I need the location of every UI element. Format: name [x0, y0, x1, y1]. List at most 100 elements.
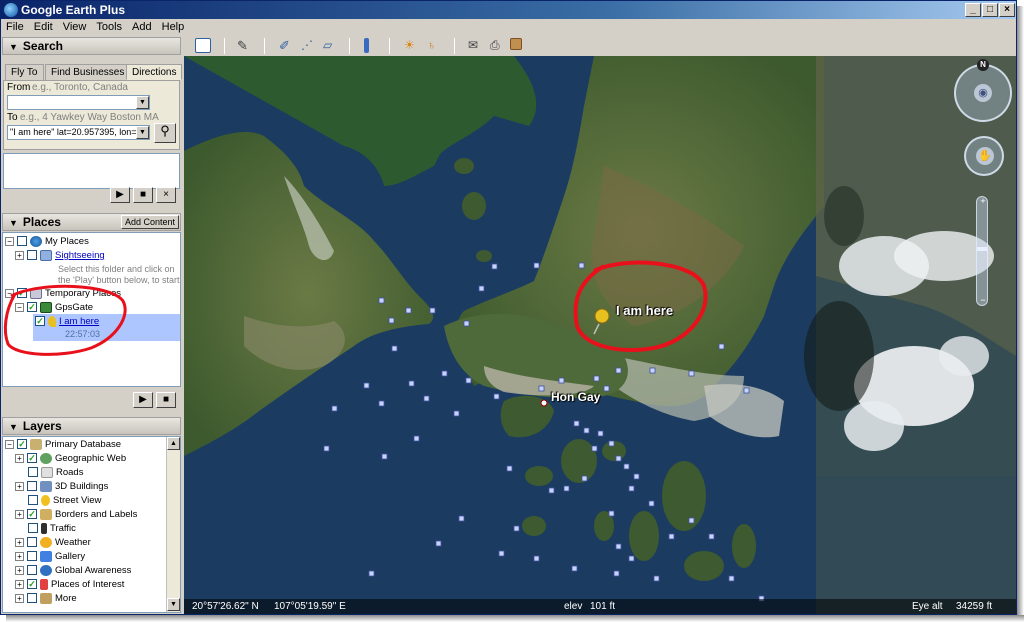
elev-value: 101 ft: [590, 601, 616, 612]
layer-geographic-web[interactable]: + ✓ Geographic Web: [15, 452, 126, 466]
look-control[interactable]: ◉: [954, 64, 1012, 122]
placemark-label[interactable]: I am here: [616, 303, 673, 318]
placemark-tool-icon[interactable]: ✎: [237, 38, 253, 53]
layer-more[interactable]: + More: [15, 592, 77, 606]
collapse-icon: ▼: [9, 422, 18, 432]
to-hint: e.g., 4 Yawkey Way Boston MA: [20, 112, 159, 123]
database-icon: [30, 438, 42, 450]
layer-gallery[interactable]: + Gallery: [15, 550, 85, 564]
path-tool-icon[interactable]: ⋰: [301, 38, 317, 53]
search-header-label: Search: [22, 39, 63, 53]
tab-directions[interactable]: Directions: [126, 64, 183, 80]
places-panel-header[interactable]: ▼ Places Add Content: [2, 213, 181, 231]
maps-icon[interactable]: [510, 38, 522, 50]
hand-icon: ✋: [976, 147, 994, 165]
tab-find-businesses[interactable]: Find Businesses: [45, 64, 131, 80]
map-view[interactable]: I am here Hon Gay ◉ N ✋ + −: [184, 56, 1016, 614]
star-icon: [40, 550, 52, 562]
close-button[interactable]: ×: [999, 3, 1015, 17]
longitude-readout: 107°05'19.59" E: [274, 601, 346, 612]
places-stop-button[interactable]: ■: [156, 392, 176, 408]
polygon-tool-icon[interactable]: ✐: [279, 38, 295, 53]
flag-icon: [40, 578, 48, 590]
layer-traffic[interactable]: Traffic: [28, 522, 76, 536]
layer-global-awareness[interactable]: + Global Awareness: [15, 564, 131, 578]
menu-add[interactable]: Add: [127, 21, 157, 33]
layers-tree: − ✓ Primary Database + ✓ Geographic Web Road…: [2, 436, 181, 613]
latitude-readout: 20°57'26.62" N: [192, 601, 259, 612]
sidebar-toggle-icon[interactable]: [195, 38, 211, 53]
layer-street-view[interactable]: Street View: [28, 494, 101, 508]
to-label: To: [7, 112, 18, 123]
layer-weather[interactable]: + Weather: [15, 536, 91, 550]
menu-file[interactable]: File: [1, 21, 29, 33]
zoom-thumb[interactable]: [977, 247, 987, 251]
traffic-light-icon: [41, 522, 47, 534]
earth-icon: [30, 235, 42, 247]
play-button[interactable]: ▶: [110, 187, 130, 203]
search-button[interactable]: ⚲: [154, 123, 176, 143]
menu-view[interactable]: View: [58, 21, 92, 33]
app-window: Google Earth Plus _ □ × File Edit View Tool…: [0, 0, 1017, 615]
globe-icon: [40, 564, 52, 576]
places-play-button[interactable]: ▶: [133, 392, 153, 408]
tree-item-my-places[interactable]: − My Places: [5, 235, 89, 249]
layer-3d-buildings[interactable]: +3D Buildings: [15, 480, 108, 494]
zoom-out-icon[interactable]: −: [978, 295, 988, 305]
folder-icon: [40, 249, 52, 261]
window-title: Google Earth Plus: [21, 3, 126, 17]
zoom-slider[interactable]: + −: [976, 196, 988, 306]
tab-fly-to[interactable]: Fly To: [5, 64, 44, 80]
from-input[interactable]: ▼: [7, 95, 150, 110]
layers-scrollbar[interactable]: ▲ ▼: [166, 437, 180, 612]
planet-icon[interactable]: ♄: [427, 38, 443, 53]
menu-tools[interactable]: Tools: [91, 21, 127, 33]
clear-button[interactable]: ×: [156, 187, 176, 203]
move-control[interactable]: ✋: [964, 136, 1004, 176]
layer-roads[interactable]: Roads: [28, 466, 83, 480]
overlay-tool-icon[interactable]: ▱: [323, 38, 339, 53]
add-content-button[interactable]: Add Content: [121, 215, 179, 229]
to-dropdown-icon[interactable]: ▼: [136, 126, 149, 139]
sunlight-icon[interactable]: ☀: [404, 38, 420, 53]
sidebar: ▼ Search Fly To Find Businesses Direction…: [1, 36, 183, 614]
eye-alt-label: Eye alt: [912, 601, 943, 612]
compass-north[interactable]: N: [977, 59, 989, 71]
maximize-button[interactable]: □: [982, 3, 998, 17]
scroll-up-icon[interactable]: ▲: [167, 437, 180, 450]
minimize-button[interactable]: _: [965, 3, 981, 17]
satellite-imagery: [184, 56, 1016, 614]
layers-panel-header[interactable]: ▼ Layers: [2, 417, 181, 435]
print-icon[interactable]: ⎙: [490, 38, 506, 53]
google-earth-icon: [4, 3, 18, 17]
scroll-down-icon[interactable]: ▼: [167, 598, 180, 611]
email-icon[interactable]: ✉: [468, 38, 484, 53]
stop-button[interactable]: ■: [133, 187, 153, 203]
play-icon: ▶: [116, 189, 124, 200]
status-bar: 20°57'26.62" N 107°05'19.59" E elev 101 …: [184, 599, 1016, 614]
city-dot-icon: [540, 399, 548, 407]
flag-icon: [40, 508, 52, 520]
to-input[interactable]: "I am here" lat=20.957395, lon=107.08 ▼: [7, 125, 150, 140]
main-toolbar: ✎ ✐ ⋰ ▱ ☀ ♄ ✉ ⎙: [184, 36, 1016, 56]
layer-borders-labels[interactable]: + ✓ Borders and Labels: [15, 508, 137, 522]
layer-places-of-interest[interactable]: + ✓ Places of Interest: [15, 578, 124, 592]
search-results[interactable]: [3, 153, 180, 189]
close-icon: ×: [163, 189, 169, 200]
ruler-icon[interactable]: [364, 38, 369, 53]
from-hint: e.g., Toronto, Canada: [32, 82, 128, 93]
play-icon: ▶: [139, 394, 147, 405]
collapse-icon: ▼: [9, 42, 18, 52]
menu-bar: File Edit View Tools Add Help: [1, 19, 1016, 36]
stop-icon: ■: [139, 189, 147, 200]
menu-edit[interactable]: Edit: [29, 21, 58, 33]
menu-help[interactable]: Help: [157, 21, 190, 33]
search-panel-header[interactable]: ▼ Search: [2, 37, 181, 55]
tree-item-sightseeing[interactable]: + Sightseeing: [15, 249, 105, 263]
layer-primary-database[interactable]: − ✓ Primary Database: [5, 438, 121, 452]
pegman-icon: [41, 494, 50, 506]
eye-alt-value: 34259 ft: [956, 601, 993, 612]
from-dropdown-icon[interactable]: ▼: [136, 96, 149, 109]
zoom-in-icon[interactable]: +: [978, 196, 988, 206]
search-panel: Fly To Find Businesses Directions From e…: [2, 56, 183, 191]
